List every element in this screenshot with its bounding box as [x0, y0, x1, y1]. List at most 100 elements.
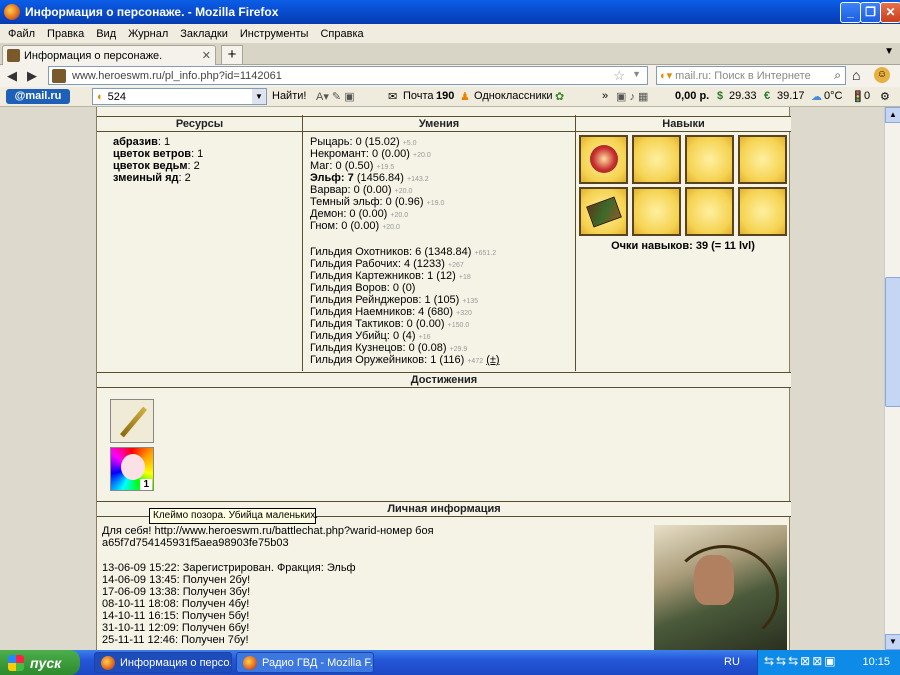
- column-divider: [302, 115, 303, 371]
- character-portrait: [654, 525, 787, 650]
- menu-edit[interactable]: Правка: [41, 28, 90, 40]
- vertical-scrollbar[interactable]: ▲ ▼: [884, 107, 900, 650]
- tab-close-icon[interactable]: ✕: [202, 49, 211, 62]
- bow-image: [669, 545, 779, 645]
- forward-arrow-icon[interactable]: ▶: [24, 68, 40, 84]
- talents-header: Навыки: [575, 116, 791, 132]
- mailru-search-value: 524: [107, 90, 127, 103]
- text-style-icon[interactable]: A▾ ✎ ▣: [316, 90, 355, 103]
- find-button[interactable]: Найти!: [272, 90, 306, 102]
- weaponsmith-info-link[interactable]: (±): [486, 354, 499, 366]
- menu-history[interactable]: Журнал: [122, 28, 174, 40]
- chevron-down-icon[interactable]: ▼: [252, 89, 266, 104]
- address-bar[interactable]: www.heroeswm.ru/pl_info.php?id=1142061 ☆…: [48, 66, 648, 85]
- mail-link[interactable]: Почта: [403, 90, 434, 102]
- menu-help[interactable]: Справка: [314, 28, 369, 40]
- weather-value: 0°C: [824, 90, 843, 102]
- history-entry: 17-06-09 13:38: Получен 3бу!: [102, 586, 251, 598]
- mailru-search-input[interactable]: ◐ 524 ▼: [92, 88, 267, 105]
- achievement-baby-killer-icon[interactable]: 1: [110, 447, 154, 491]
- history-entry: 13-06-09 15:22: Зарегистрирован. Фракция…: [102, 562, 356, 574]
- mail-icon[interactable]: ✉: [388, 90, 397, 103]
- firefox-icon: [101, 655, 115, 670]
- talent-slot-empty[interactable]: [632, 187, 681, 236]
- tab-list-chevron-icon[interactable]: ▼: [884, 46, 894, 57]
- talent-slot-empty[interactable]: [685, 187, 734, 236]
- talent-slot-empty[interactable]: [738, 187, 787, 236]
- menu-bookmarks[interactable]: Закладки: [174, 28, 234, 40]
- page-viewport: Ресурсы Умения Навыки абразив: 1 цветок …: [0, 107, 884, 650]
- eur-rate: 39.17: [777, 90, 805, 102]
- tab-label: Информация о персонаже.: [24, 49, 163, 62]
- minimize-button[interactable]: _: [840, 2, 861, 23]
- scroll-thumb[interactable]: [885, 277, 900, 407]
- baby-icon: [121, 454, 145, 480]
- hunter-medal-icon: [590, 145, 618, 173]
- achievements-header: Достижения: [97, 372, 791, 388]
- bookmark-star-icon[interactable]: ☆: [613, 68, 625, 84]
- sword-icon: [120, 406, 147, 438]
- tab-character-info[interactable]: Информация о персонаже. ✕: [2, 45, 216, 65]
- talent-slot-hunter-skill[interactable]: [579, 135, 628, 184]
- menu-file[interactable]: Файл: [2, 28, 41, 40]
- talent-slot-empty[interactable]: [685, 135, 734, 184]
- history-entry: 14-06-09 13:45: Получен 2бу!: [102, 574, 251, 586]
- talent-slot-empty[interactable]: [738, 135, 787, 184]
- taskbar-item-firefox-radio[interactable]: Радио ГВД - Mozilla F...: [236, 652, 374, 673]
- site-favicon-icon: [52, 68, 66, 83]
- settings-gear-icon[interactable]: ⚙: [880, 90, 890, 103]
- new-tab-button[interactable]: +: [221, 45, 243, 65]
- character-info-panel: Ресурсы Умения Навыки абразив: 1 цветок …: [96, 107, 791, 650]
- url-dropdown-icon[interactable]: ▼: [632, 69, 641, 79]
- tray-icons[interactable]: ⇆⇆⇆⊠⊠▣: [764, 654, 838, 668]
- firefox-icon: [4, 4, 20, 20]
- maximize-button[interactable]: ❐: [860, 2, 881, 23]
- talent-slot-empty[interactable]: [632, 135, 681, 184]
- talent-points: Очки навыков: 39 (= 11 lvl): [611, 240, 755, 252]
- search-icon[interactable]: ⌕: [834, 68, 841, 83]
- search-engine-icon: ◐: [97, 90, 104, 103]
- guild-skill: Гильдия Оружейников: 1 (116) +472 (±): [310, 354, 500, 366]
- achievement-tooltip: Клеймо позора. Убийца маленьких.: [149, 508, 318, 524]
- taskbar-item-firefox-character[interactable]: Информация о персо...: [94, 652, 232, 673]
- start-button[interactable]: пуск: [0, 650, 80, 675]
- clock: 10:15: [862, 656, 890, 668]
- achievement-count-badge: 1: [140, 479, 152, 490]
- menu-view[interactable]: Вид: [90, 28, 122, 40]
- menu-tools[interactable]: Инструменты: [234, 28, 315, 40]
- resource-item: цветок ветров: 1: [113, 148, 204, 160]
- url-text: www.heroeswm.ru/pl_info.php?id=1142061: [72, 69, 282, 82]
- windows-logo-icon: [8, 654, 24, 671]
- talent-slot-book[interactable]: [579, 187, 628, 236]
- search-input[interactable]: ◐▾ mail.ru: Поиск в Интернете ⌕: [656, 66, 846, 85]
- home-icon[interactable]: ⌂: [852, 67, 860, 83]
- euro-icon: €: [764, 90, 771, 102]
- mail-count: 190: [436, 90, 455, 102]
- agent-icon[interactable]: ✿: [555, 90, 564, 103]
- scroll-down-arrow-icon[interactable]: ▼: [885, 634, 900, 650]
- search-engine-icon[interactable]: ◐▾: [660, 69, 672, 82]
- mailru-logo[interactable]: @mail.ru: [6, 89, 70, 104]
- smiley-icon[interactable]: ☺: [874, 67, 890, 83]
- toolbar-overflow-icon[interactable]: »: [602, 90, 608, 102]
- dollar-icon: $: [717, 90, 724, 102]
- resource-item: абразив: 1: [113, 136, 171, 148]
- personal-note: Для себя! http://www.heroeswm.ru/battlec…: [102, 525, 434, 537]
- language-indicator[interactable]: RU: [724, 656, 740, 668]
- back-arrow-icon[interactable]: ◀: [4, 68, 20, 84]
- odnoklassniki-icon[interactable]: ♟: [460, 90, 470, 103]
- history-entry: 14-10-11 16:15: Получен 5бу!: [102, 610, 250, 622]
- scroll-up-arrow-icon[interactable]: ▲: [885, 107, 900, 123]
- windows-taskbar: пуск Информация о персо... Радио ГВД - M…: [0, 650, 900, 675]
- resources-header: Ресурсы: [97, 116, 302, 132]
- close-button[interactable]: ✕: [880, 2, 900, 23]
- games-icon[interactable]: ▣ ♪ ▦: [616, 90, 648, 103]
- window-title-bar: Информация о персонаже. - Mozilla Firefo…: [0, 0, 900, 24]
- menu-bar: Файл Правка Вид Журнал Закладки Инструме…: [0, 24, 900, 43]
- history-entry: 31-10-11 12:09: Получен 6бу!: [102, 622, 250, 634]
- book-icon: [586, 196, 622, 228]
- achievement-sword-icon[interactable]: [110, 399, 154, 443]
- history-entry: 08-10-11 18:08: Получен 4бу!: [102, 598, 250, 610]
- odnoklassniki-link[interactable]: Одноклассники: [474, 90, 553, 102]
- system-tray: RU ⇆⇆⇆⊠⊠▣ 10:15: [724, 650, 900, 675]
